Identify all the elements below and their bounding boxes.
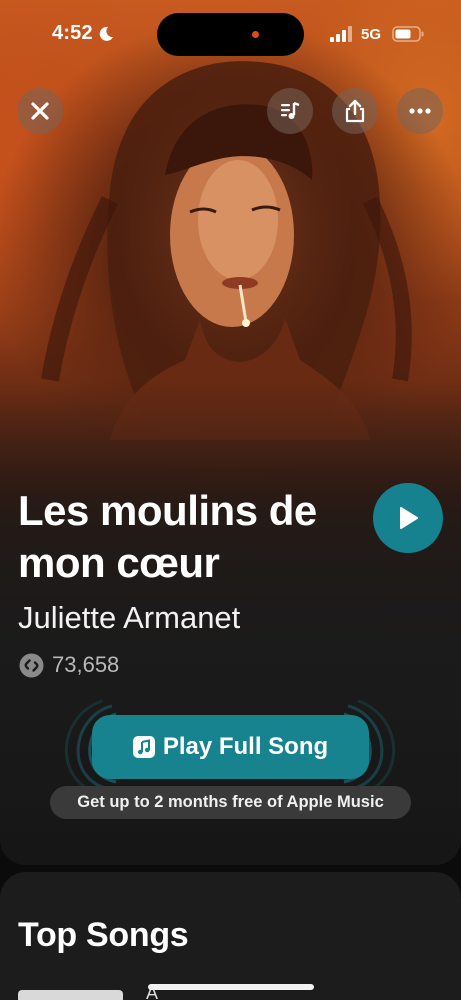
- more-icon: [409, 108, 431, 114]
- status-time: 4:52: [52, 22, 93, 44]
- status-bar: 4:52 5G: [0, 0, 461, 70]
- play-icon: [400, 507, 418, 529]
- share-button[interactable]: [332, 88, 378, 134]
- offer-label: Get up to 2 months free of Apple Music: [77, 793, 384, 811]
- signal-icon: [330, 26, 352, 42]
- apple-music-icon: [132, 736, 155, 758]
- lyrics-icon: [281, 101, 300, 119]
- more-button[interactable]: [397, 88, 443, 134]
- shazam-count-row: 73,658: [19, 651, 119, 679]
- shazam-icon: [19, 653, 44, 677]
- first-song-artwork[interactable]: [18, 990, 123, 1000]
- play-preview-button[interactable]: [373, 483, 443, 553]
- artist-name[interactable]: Juliette Armanet: [18, 600, 240, 636]
- close-icon: [31, 102, 49, 120]
- top-songs-title: Top Songs: [18, 916, 189, 954]
- share-icon: [345, 99, 365, 123]
- apple-music-offer[interactable]: Get up to 2 months free of Apple Music: [50, 786, 411, 819]
- moon-icon: [99, 26, 113, 41]
- battery-icon: [392, 26, 424, 42]
- dynamic-island: [157, 13, 304, 56]
- close-button[interactable]: [17, 88, 63, 134]
- camera-indicator: [252, 31, 259, 38]
- play-full-song-button[interactable]: Play Full Song: [92, 715, 369, 779]
- shazam-count: 73,658: [52, 652, 120, 677]
- play-full-song-label: Play Full Song: [162, 733, 329, 760]
- song-title: Les moulins de mon cœur: [18, 487, 317, 586]
- network-label: 5G: [361, 26, 382, 43]
- song-page: 4:52 5G Les moulins de mon cœur Juliette…: [0, 0, 461, 1000]
- home-indicator[interactable]: [148, 984, 314, 990]
- lyrics-button[interactable]: [267, 88, 313, 134]
